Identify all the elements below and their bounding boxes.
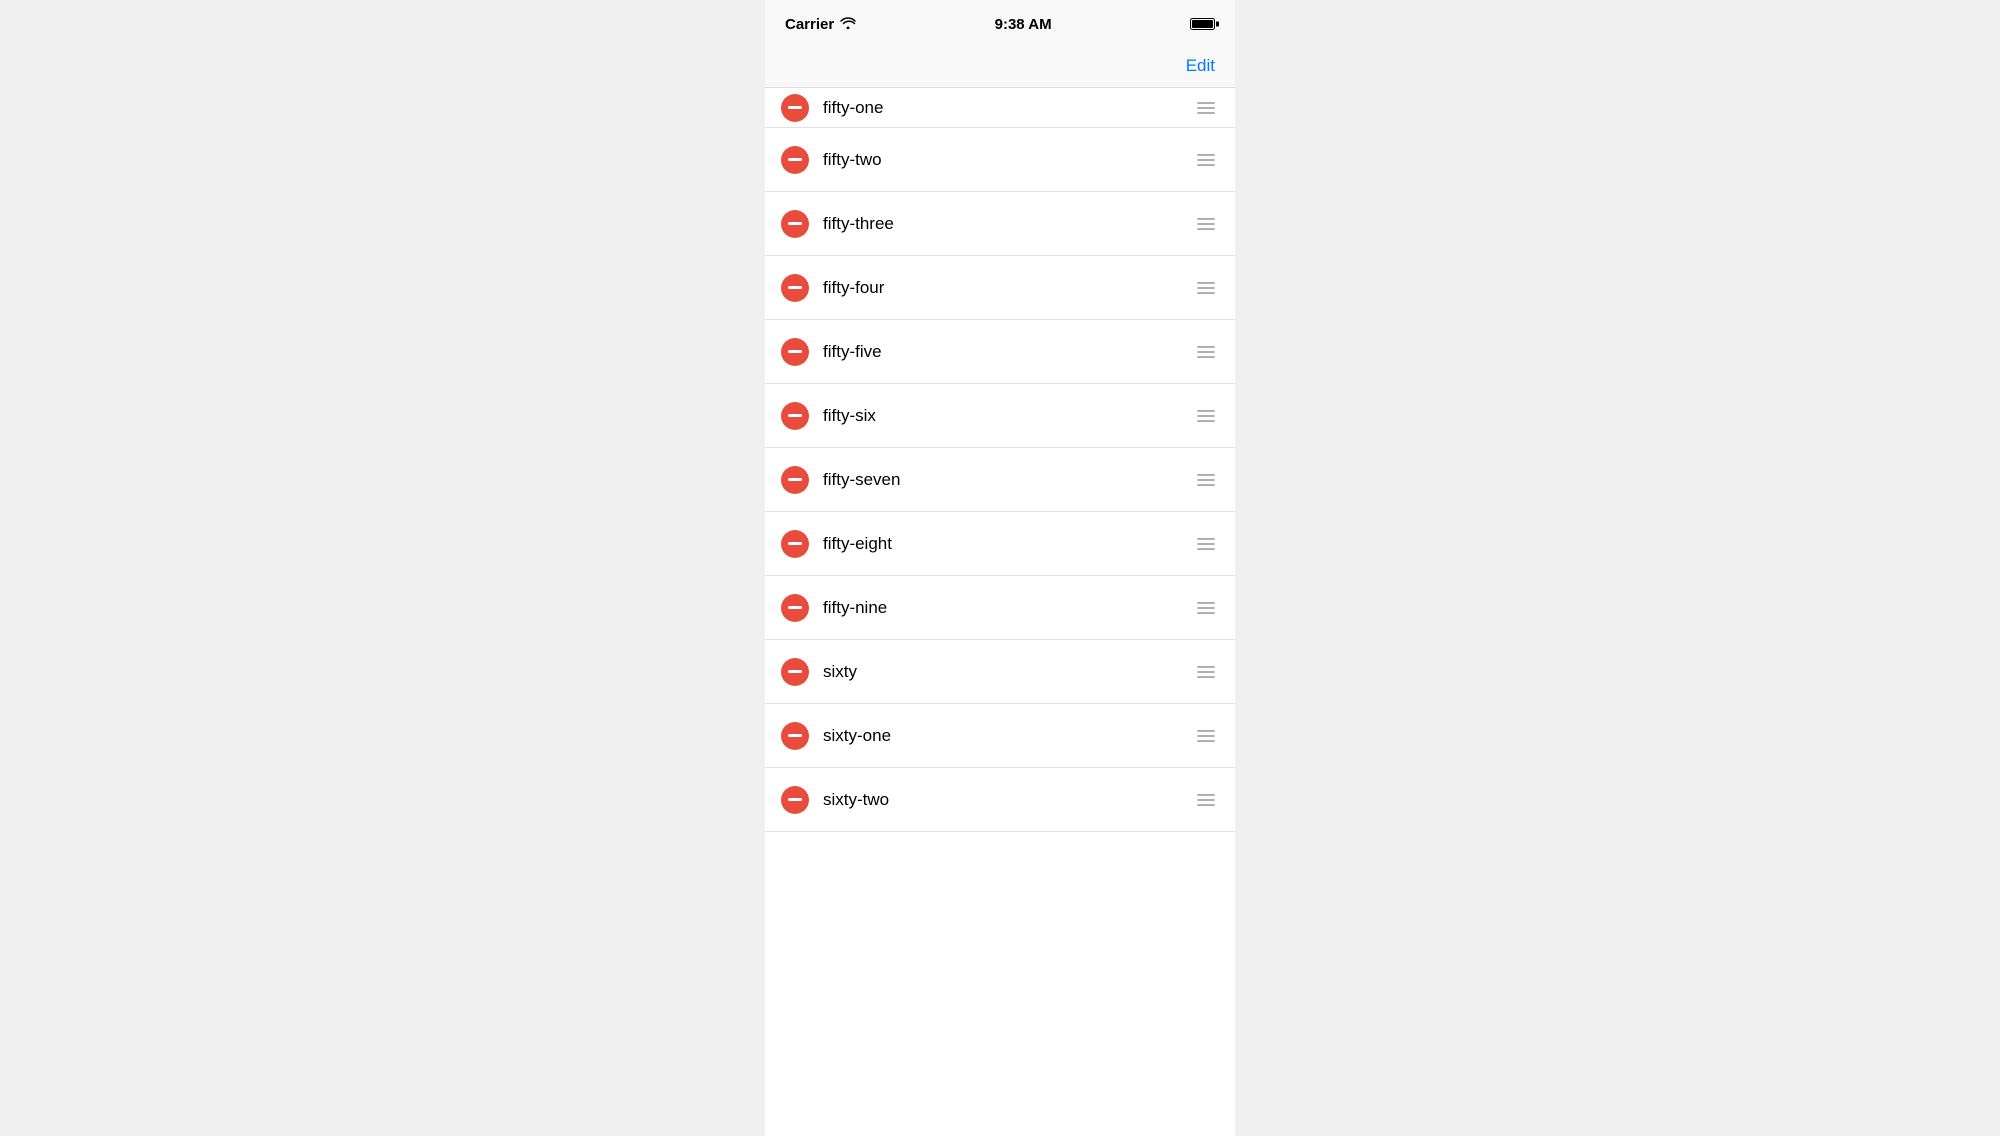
drag-handle[interactable] (1193, 598, 1219, 618)
delete-icon[interactable] (781, 274, 809, 302)
drag-handle[interactable] (1193, 726, 1219, 746)
item-label-fifty-eight: fifty-eight (823, 534, 1193, 554)
drag-handle[interactable] (1193, 278, 1219, 298)
battery-icon (1190, 18, 1215, 30)
drag-handle[interactable] (1193, 662, 1219, 682)
list-item: fifty-five (765, 320, 1235, 384)
drag-handle[interactable] (1193, 150, 1219, 170)
drag-handle[interactable] (1193, 470, 1219, 490)
delete-icon[interactable] (781, 402, 809, 430)
list-item: fifty-three (765, 192, 1235, 256)
list-item: fifty-eight (765, 512, 1235, 576)
list-container: fifty-one fifty-two fifty-three fifty-four f… (765, 88, 1235, 832)
item-label-fifty-three: fifty-three (823, 214, 1193, 234)
edit-button[interactable]: Edit (1186, 56, 1215, 76)
wifi-icon (840, 17, 856, 32)
list-item: fifty-two (765, 128, 1235, 192)
item-label-fifty-four: fifty-four (823, 278, 1193, 298)
list-item: sixty-two (765, 768, 1235, 832)
battery-fill (1192, 20, 1213, 28)
delete-icon[interactable] (781, 530, 809, 558)
list-item: fifty-seven (765, 448, 1235, 512)
drag-handle[interactable] (1193, 534, 1219, 554)
item-label-fifty-six: fifty-six (823, 406, 1193, 426)
delete-icon[interactable] (781, 658, 809, 686)
item-label-fifty-seven: fifty-seven (823, 470, 1193, 490)
item-label-sixty-two: sixty-two (823, 790, 1193, 810)
drag-handle[interactable] (1193, 406, 1219, 426)
list-item: sixty-one (765, 704, 1235, 768)
list-item: fifty-one (765, 88, 1235, 128)
delete-icon[interactable] (781, 338, 809, 366)
list-item: fifty-nine (765, 576, 1235, 640)
delete-icon[interactable] (781, 786, 809, 814)
drag-handle[interactable] (1193, 98, 1219, 118)
list-item: fifty-six (765, 384, 1235, 448)
item-label-fifty-one: fifty-one (823, 98, 1193, 118)
delete-icon[interactable] (781, 722, 809, 750)
item-label-fifty-nine: fifty-nine (823, 598, 1193, 618)
status-time: 9:38 AM (995, 16, 1052, 33)
list-item: fifty-four (765, 256, 1235, 320)
delete-icon[interactable] (781, 466, 809, 494)
delete-icon[interactable] (781, 146, 809, 174)
status-right (1190, 18, 1215, 30)
delete-icon[interactable] (781, 94, 809, 122)
delete-icon[interactable] (781, 594, 809, 622)
list-item: sixty (765, 640, 1235, 704)
phone-frame: Carrier 9:38 AM Edit fifty-onefifty-twof… (765, 0, 1235, 1136)
drag-handle[interactable] (1193, 214, 1219, 234)
nav-bar: Edit (765, 44, 1235, 88)
item-label-sixty: sixty (823, 662, 1193, 682)
carrier-label: Carrier (785, 16, 834, 33)
item-label-fifty-five: fifty-five (823, 342, 1193, 362)
drag-handle[interactable] (1193, 342, 1219, 362)
item-label-fifty-two: fifty-two (823, 150, 1193, 170)
status-left: Carrier (785, 16, 856, 33)
drag-handle[interactable] (1193, 790, 1219, 810)
delete-icon[interactable] (781, 210, 809, 238)
status-bar: Carrier 9:38 AM (765, 0, 1235, 44)
item-label-sixty-one: sixty-one (823, 726, 1193, 746)
